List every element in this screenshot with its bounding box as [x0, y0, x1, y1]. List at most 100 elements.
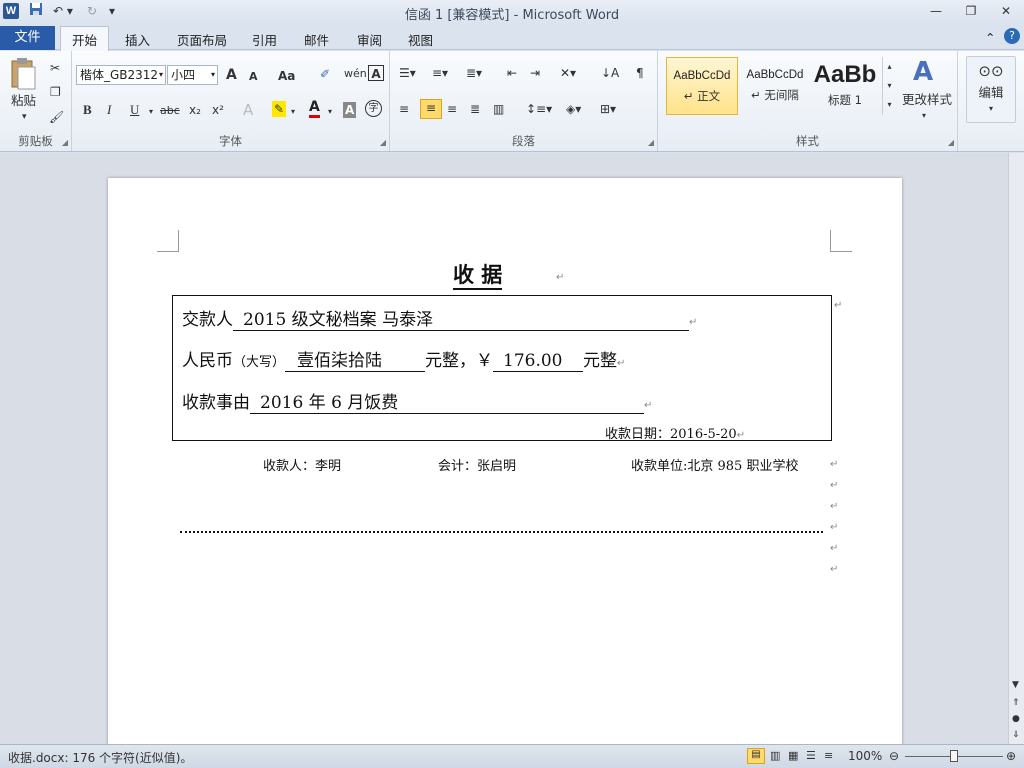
scroll-down-icon[interactable]: ▼ [1012, 677, 1019, 693]
highlight-icon[interactable]: ✎ [272, 101, 287, 117]
clipboard-group: 粘贴 ▾ ✂ ❐ 🖌 剪贴板 ◢ [0, 51, 72, 151]
zoom-out-icon[interactable]: ⊖ [889, 749, 899, 763]
paste-icon[interactable] [9, 57, 37, 95]
font-name-combo[interactable]: 楷体_GB2312 ▾ [76, 65, 166, 85]
style-gallery-scroll[interactable]: ▴ ▾ ▾ [882, 57, 896, 115]
tab-home[interactable]: 开始 [60, 26, 110, 51]
yuan-zheng-label-2: 元整 [583, 351, 618, 371]
underline-button[interactable]: U [130, 102, 139, 118]
receiving-unit-text: 收款单位:北京 985 职业学校 [631, 459, 799, 474]
vertical-scrollbar[interactable]: ▼ ⇑ ● ⇓ [1008, 153, 1024, 744]
decrease-indent-icon[interactable]: ⇤ [507, 65, 517, 81]
draft-icon[interactable]: ≡ [824, 749, 833, 762]
character-shading-icon[interactable]: A [343, 102, 357, 118]
increase-indent-icon[interactable]: ⇥ [530, 65, 540, 81]
zoom-level[interactable]: 100% [848, 749, 882, 763]
tab-mailings[interactable]: 邮件 [304, 30, 329, 49]
enclose-characters-icon[interactable]: 字 [365, 100, 382, 117]
style-normal[interactable]: AaBbCcDd ↵ 正文 [666, 57, 738, 115]
close-button[interactable]: ✕ [993, 2, 1019, 20]
bold-button[interactable]: B [83, 102, 92, 118]
paragraph-launcher-icon[interactable]: ◢ [648, 138, 654, 147]
clear-formatting-icon[interactable]: ✐ [320, 66, 330, 82]
browse-object-icon[interactable]: ● [1012, 711, 1020, 727]
change-styles-dropdown-icon[interactable]: ▾ [922, 108, 926, 124]
previous-page-icon[interactable]: ⇑ [1012, 695, 1020, 711]
web-layout-icon[interactable]: ▦ [788, 749, 798, 762]
full-screen-reading-icon[interactable]: ▥ [770, 749, 780, 762]
multilevel-list-icon[interactable]: ≣▾ [466, 65, 482, 81]
zoom-slider-thumb[interactable] [950, 750, 958, 762]
text-effects-icon[interactable]: A [243, 102, 253, 118]
shading-icon[interactable]: ◈▾ [566, 101, 581, 117]
document-page[interactable]: 收 据 ↵ 交款人 2015 级文秘档案 马泰泽 ↵ 人民币（大写） 壹佰柒拾陆 元整，… [108, 178, 902, 748]
superscript-button[interactable]: x² [212, 102, 224, 118]
restore-button[interactable]: ❐ [958, 2, 984, 20]
subscript-button[interactable]: x₂ [189, 102, 201, 118]
tab-insert[interactable]: 插入 [125, 30, 150, 49]
paragraph-group-label: 段落 [512, 134, 535, 148]
next-page-icon[interactable]: ⇓ [1012, 727, 1020, 743]
font-color-dropdown-icon[interactable]: ▾ [328, 104, 332, 120]
font-launcher-icon[interactable]: ◢ [380, 138, 386, 147]
minimize-button[interactable]: — [923, 2, 949, 20]
tab-references[interactable]: 引用 [252, 30, 277, 49]
amount-number: 176.00 [493, 351, 584, 372]
editing-button[interactable]: ⊙⊙ 编辑 ▾ [966, 56, 1016, 123]
minimize-ribbon-icon[interactable]: ⌃ [985, 30, 995, 45]
receiver-text: 收款人：李明 [263, 459, 342, 474]
print-layout-icon[interactable]: ▤ [747, 748, 765, 764]
justify-icon[interactable]: ≣ [470, 101, 480, 117]
accountant-text: 会计：张启明 [438, 459, 517, 474]
shrink-font-icon[interactable]: A [249, 69, 258, 85]
sort-icon[interactable]: ↓A [601, 65, 619, 81]
amount-in-words: 壹佰柒拾陆 [285, 346, 426, 372]
paste-dropdown-icon[interactable]: ▾ [22, 109, 27, 125]
tab-view[interactable]: 视图 [408, 30, 433, 49]
phonetic-guide-icon[interactable]: wén [344, 66, 367, 82]
title-bar: W ↶ ▾ ↻ ▾ 信函 1 [兼容模式] - Microsoft Word —… [0, 0, 1024, 24]
show-marks-icon[interactable]: ¶ [636, 65, 644, 81]
font-color-icon[interactable]: A [309, 100, 320, 118]
borders-icon[interactable]: ⊞▾ [600, 101, 616, 117]
underline-dropdown-icon[interactable]: ▾ [149, 104, 153, 120]
bullets-icon[interactable]: ☰▾ [399, 65, 416, 81]
tab-page-layout[interactable]: 页面布局 [177, 30, 227, 49]
align-center-icon[interactable]: ≡ [420, 99, 442, 119]
styles-launcher-icon[interactable]: ◢ [948, 138, 954, 147]
clipboard-launcher-icon[interactable]: ◢ [62, 138, 68, 147]
clipboard-group-label: 剪贴板 [18, 134, 53, 148]
grow-font-icon[interactable]: A [226, 67, 237, 83]
align-right-icon[interactable]: ≡ [447, 101, 457, 117]
numbering-icon[interactable]: ≡▾ [432, 65, 448, 81]
help-icon[interactable]: ? [1004, 28, 1020, 44]
change-case-icon[interactable]: Aa [278, 68, 295, 84]
style-no-spacing[interactable]: AaBbCcDd ↵ 无间隔 [739, 57, 811, 115]
format-painter-icon[interactable]: 🖌 [49, 109, 64, 125]
character-border-icon[interactable]: A [368, 65, 384, 81]
file-tab[interactable]: 文件 [0, 26, 55, 50]
amount-line: 人民币（大写） 壹佰柒拾陆 元整，￥ 176.00 元整↵ [182, 346, 625, 372]
change-styles-button[interactable]: 更改样式 [902, 92, 952, 108]
style-heading-1[interactable]: AaBb 标题 1 [812, 57, 878, 115]
change-styles-icon[interactable]: A [913, 58, 933, 86]
paragraph-mark: ↵ [830, 543, 839, 554]
font-size-combo[interactable]: 小四 ▾ [167, 65, 218, 85]
outline-icon[interactable]: ☰ [806, 749, 816, 762]
line-spacing-icon[interactable]: ↕≡▾ [526, 101, 552, 117]
highlight-dropdown-icon[interactable]: ▾ [291, 104, 295, 120]
paste-button[interactable]: 粘贴 [11, 93, 36, 109]
date-label: 收款日期： [605, 427, 671, 442]
distributed-icon[interactable]: ▥ [493, 101, 504, 117]
strikethrough-button[interactable]: abc [160, 103, 180, 119]
italic-button[interactable]: I [107, 102, 111, 118]
copy-icon[interactable]: ❐ [50, 84, 61, 100]
zoom-in-icon[interactable]: ⊕ [1006, 749, 1016, 763]
document-stats[interactable]: 收据.docx: 176 个字符(近似值)。 [8, 749, 192, 766]
margin-corner-top-right [830, 230, 852, 252]
style-no-spacing-name: ↵ 无间隔 [751, 88, 799, 102]
cut-icon[interactable]: ✂ [50, 60, 60, 76]
tab-review[interactable]: 审阅 [357, 30, 382, 49]
align-left-icon[interactable]: ≡ [399, 101, 409, 117]
chinese-layout-icon[interactable]: ✕▾ [560, 65, 576, 81]
